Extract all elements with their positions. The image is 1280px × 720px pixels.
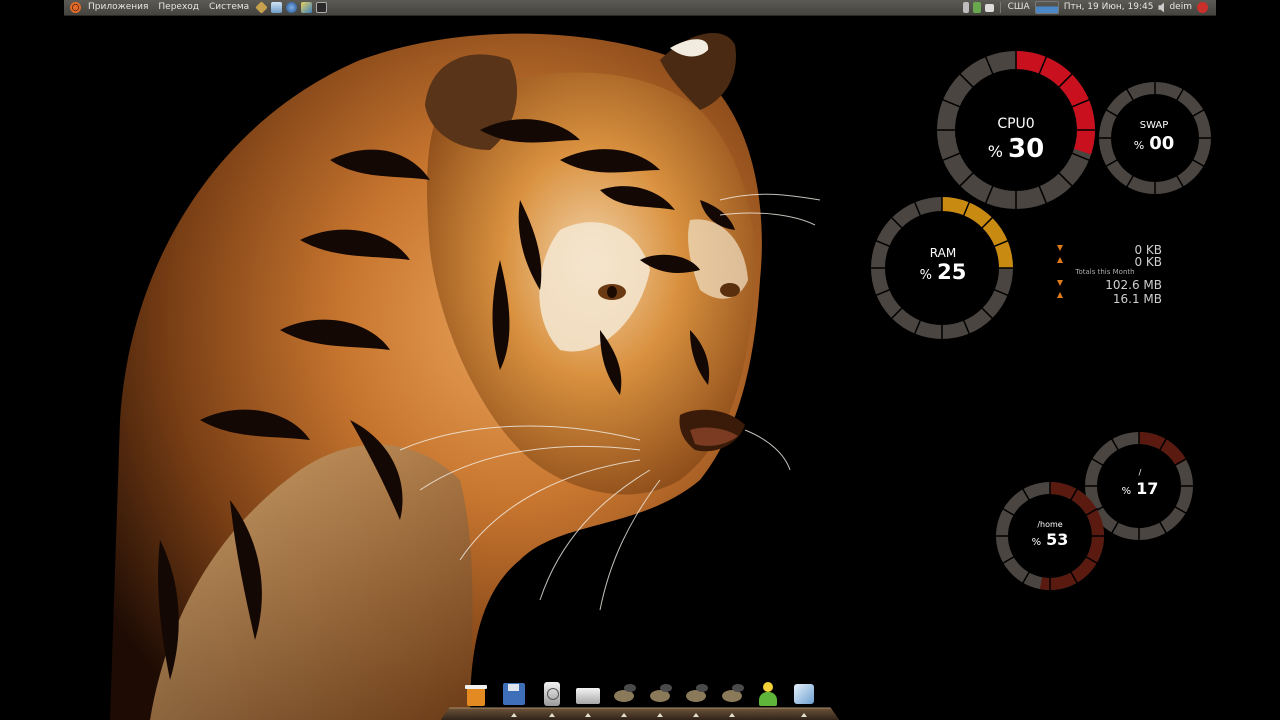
home-disk-label: /home [1037,520,1063,529]
swap-gauge-value: % 00 [1124,133,1184,154]
dock-running-indicator [585,713,591,717]
dock-drive-icon[interactable] [574,680,602,717]
dock-trash-icon[interactable] [462,680,490,708]
ram-percent-sign: % [919,268,933,283]
home-disk-value: % 53 [1020,530,1080,549]
dock-running-indicator [657,713,663,717]
root-disk-value: % 17 [1110,479,1170,498]
download-total: 102.6 MB [1105,278,1162,292]
upload-total-arrow-icon [1057,292,1063,298]
dock-running-indicator [801,713,807,717]
dock-gimp-icon[interactable] [718,680,746,717]
dock-running-indicator [729,713,735,717]
conky-gauges [870,50,1212,591]
upload-speed: 0 KB [1134,255,1162,269]
cpu-percent-value: 30 [1008,134,1045,164]
ram-gauge-value: % 25 [908,260,978,284]
root-percent-value: 17 [1136,479,1159,498]
root-disk-label: / [1138,468,1142,477]
dock-running-indicator [621,713,627,717]
dock-gimp-icon[interactable] [610,680,638,717]
swap-gauge-label: SWAP [1139,120,1169,131]
cpu-gauge-label: CPU0 [997,116,1035,132]
home-percent-value: 53 [1046,530,1069,549]
cpu-gauge-value: % 30 [976,134,1056,164]
download-arrow-icon [1057,245,1063,251]
swap-percent-sign: % [1133,139,1145,152]
dock-user-icon[interactable] [754,680,782,708]
swap-percent-value: 00 [1149,133,1175,154]
desktop: Приложения Переход Система США Птн, 19 И… [0,0,1280,720]
totals-label: Totals this Month [1075,268,1135,276]
dock-running-indicator [511,713,517,717]
dock [440,676,840,720]
dock-shelf [440,707,840,720]
dock-box-icon[interactable] [790,680,818,717]
dock-running-indicator [549,713,555,717]
dock-hard-disk-icon[interactable] [538,680,566,717]
ram-gauge-label: RAM [929,246,957,260]
upload-arrow-icon [1057,257,1063,263]
dock-gimp-icon[interactable] [646,680,674,717]
ram-percent-value: 25 [937,260,967,284]
cpu-percent-sign: % [987,142,1003,161]
upload-total: 16.1 MB [1112,292,1162,306]
root-percent-sign: % [1121,486,1132,497]
download-total-arrow-icon [1057,280,1063,286]
home-percent-sign: % [1031,537,1042,548]
dock-running-indicator [693,713,699,717]
dock-gimp-icon[interactable] [682,680,710,717]
dock-floppy-icon[interactable] [500,680,528,717]
